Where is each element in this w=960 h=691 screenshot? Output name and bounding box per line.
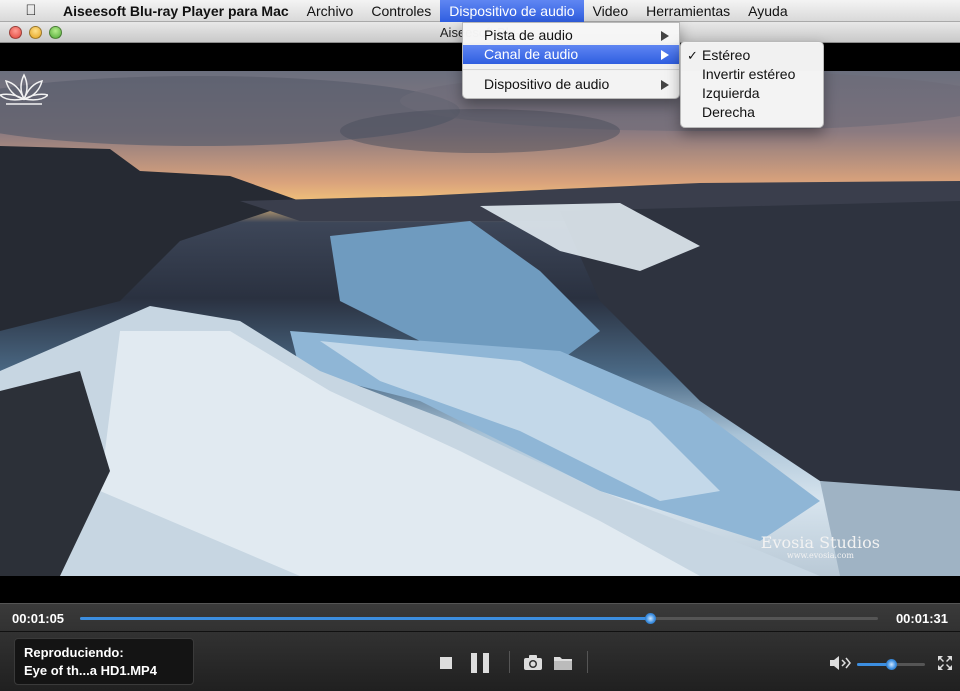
zoom-window-button[interactable] bbox=[49, 26, 62, 39]
submenu-item-derecha[interactable]: Derecha bbox=[681, 103, 823, 122]
submenu-arrow-icon bbox=[661, 80, 669, 90]
menu-item-pista-de-audio[interactable]: Pista de audio bbox=[463, 26, 679, 45]
speaker-icon[interactable] bbox=[829, 655, 851, 671]
video-frame: Evosia Studios www.evosia.com bbox=[0, 71, 960, 576]
menu-controles[interactable]: Controles bbox=[362, 0, 440, 22]
menu-dispositivo-de-audio[interactable]: Dispositivo de audio bbox=[440, 0, 584, 22]
button-separator bbox=[509, 651, 510, 673]
minimize-window-button[interactable] bbox=[29, 26, 42, 39]
now-playing-label: Reproduciendo: bbox=[24, 645, 124, 660]
menu-archivo[interactable]: Archivo bbox=[298, 0, 363, 22]
control-bar: 00:01:05 00:01:31 Reproduciendo: Eye of … bbox=[0, 603, 960, 691]
submenu-item-invertir-estereo[interactable]: Invertir estéreo bbox=[681, 65, 823, 84]
menu-item-label: Pista de audio bbox=[484, 27, 573, 43]
volume-knob[interactable] bbox=[886, 659, 897, 670]
watermark-title: Evosia Studios bbox=[760, 533, 880, 552]
fullscreen-icon[interactable] bbox=[937, 655, 953, 671]
checkmark-icon: ✓ bbox=[687, 48, 698, 63]
now-playing-panel: Reproduciendo: Eye of th...a HD1.MP4 bbox=[14, 638, 194, 685]
menu-bar:  Aiseesoft Blu-ray Player para Mac Arch… bbox=[0, 0, 960, 22]
waterfall-landscape-image bbox=[0, 71, 960, 576]
control-divider bbox=[0, 631, 960, 632]
now-playing-file: Eye of th...a HD1.MP4 bbox=[24, 663, 157, 678]
pause-button[interactable] bbox=[471, 653, 489, 673]
submenu-item-estereo[interactable]: ✓ Estéreo bbox=[681, 46, 823, 65]
menu-app-name[interactable]: Aiseesoft Blu-ray Player para Mac bbox=[54, 0, 298, 22]
progress-knob[interactable] bbox=[644, 613, 656, 624]
button-separator bbox=[587, 651, 588, 673]
close-window-button[interactable] bbox=[9, 26, 22, 39]
stop-button[interactable] bbox=[440, 657, 452, 669]
submenu-item-label: Izquierda bbox=[702, 85, 760, 101]
lotus-logo-icon bbox=[0, 73, 48, 105]
camera-icon[interactable] bbox=[523, 654, 543, 671]
menu-item-label: Dispositivo de audio bbox=[484, 76, 610, 92]
progress-fill bbox=[80, 617, 650, 620]
elapsed-time: 00:01:05 bbox=[12, 611, 65, 626]
submenu-item-label: Derecha bbox=[702, 104, 755, 120]
menu-item-label: Canal de audio bbox=[484, 46, 579, 62]
submenu-item-izquierda[interactable]: Izquierda bbox=[681, 84, 823, 103]
submenu-item-label: Estéreo bbox=[702, 47, 751, 63]
total-duration: 00:01:31 bbox=[895, 611, 948, 626]
submenu-item-label: Invertir estéreo bbox=[702, 66, 796, 82]
menu-item-dispositivo-de-audio[interactable]: Dispositivo de audio bbox=[463, 75, 679, 94]
submenu-arrow-icon bbox=[661, 31, 669, 41]
menu-item-canal-de-audio[interactable]: Canal de audio bbox=[463, 45, 679, 64]
menu-ayuda[interactable]: Ayuda bbox=[739, 0, 796, 22]
menu-video[interactable]: Video bbox=[584, 0, 638, 22]
audio-device-menu: Pista de audio Canal de audio Dispositiv… bbox=[462, 22, 680, 99]
watermark: Evosia Studios www.evosia.com bbox=[761, 533, 880, 560]
menu-separator bbox=[463, 69, 679, 70]
menu-herramientas[interactable]: Herramientas bbox=[637, 0, 739, 22]
folder-icon[interactable] bbox=[553, 654, 573, 671]
apple-icon[interactable]:  bbox=[16, 2, 46, 19]
progress-slider[interactable] bbox=[80, 613, 878, 624]
watermark-url: www.evosia.com bbox=[786, 551, 854, 560]
submenu-arrow-icon bbox=[661, 50, 669, 60]
audio-channel-submenu: ✓ Estéreo Invertir estéreo Izquierda Der… bbox=[680, 41, 824, 128]
volume-slider[interactable] bbox=[857, 659, 925, 670]
